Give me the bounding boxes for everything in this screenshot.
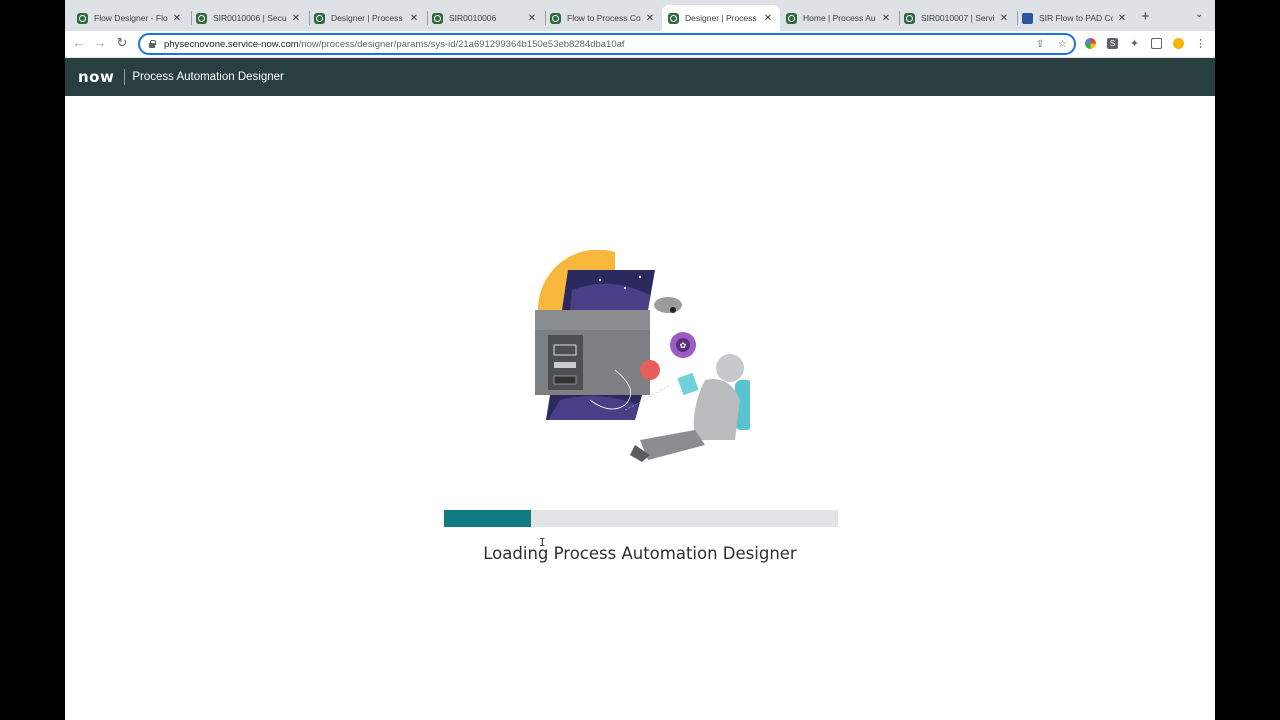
tab-title: Designer | Process: [331, 13, 403, 23]
tab-title: Flow Designer - Flo: [94, 13, 168, 23]
servicenow-favicon-icon: [550, 12, 561, 24]
servicenow-logo[interactable]: now: [78, 68, 114, 86]
back-arrow-icon[interactable]: ←: [71, 35, 87, 50]
browser-tab-active[interactable]: Designer | Process ✕: [662, 5, 780, 31]
tab-title: SIR0010006: [449, 13, 497, 23]
close-tab-icon[interactable]: ✕: [172, 13, 182, 24]
browser-tab[interactable]: Designer | Process ✕: [308, 5, 426, 31]
word-favicon-icon: [1022, 12, 1033, 24]
tab-title: Flow to Process Co: [567, 13, 641, 23]
tab-title: Designer | Process: [685, 13, 757, 23]
text-cursor-icon: I: [539, 536, 546, 549]
share-icon[interactable]: ⇪: [1036, 39, 1044, 50]
servicenow-favicon-icon: [432, 12, 443, 24]
bookmark-star-icon[interactable]: ☆: [1058, 39, 1067, 50]
url-path: /now/process/designer/params/sys-id/21a6…: [298, 38, 625, 50]
servicenow-favicon-icon: [77, 12, 88, 24]
browser-tab[interactable]: SIR0010006 | Secu ✕: [190, 5, 308, 31]
browser-menu-icon[interactable]: ⋮: [1195, 38, 1206, 50]
close-tab-icon[interactable]: ✕: [291, 13, 301, 24]
browser-window: Flow Designer - Flo ✕ SIR0010006 | Secu …: [65, 0, 1215, 720]
side-panel-icon[interactable]: [1151, 38, 1162, 49]
lock-icon[interactable]: [148, 40, 156, 48]
tab-title: Home | Process Au: [803, 13, 876, 23]
close-tab-icon[interactable]: ✕: [999, 13, 1009, 24]
close-tab-icon[interactable]: ✕: [645, 13, 655, 24]
loading-progress-bar: [444, 510, 838, 527]
profile-avatar-icon[interactable]: [1173, 38, 1184, 49]
address-bar[interactable]: physecnovone.service-now.com/now/process…: [138, 33, 1076, 55]
browser-tab[interactable]: Home | Process Au ✕: [780, 5, 898, 31]
new-tab-button[interactable]: +: [1141, 8, 1150, 25]
tab-strip: Flow Designer - Flo ✕ SIR0010006 | Secu …: [65, 0, 1215, 31]
close-tab-icon[interactable]: ✕: [1117, 13, 1127, 24]
extensions-puzzle-icon[interactable]: ✦: [1129, 38, 1140, 50]
close-tab-icon[interactable]: ✕: [881, 13, 891, 24]
svg-text:✿: ✿: [680, 341, 687, 350]
reload-icon[interactable]: ↻: [114, 35, 130, 51]
close-tab-icon[interactable]: ✕: [527, 13, 537, 24]
browser-toolbar: ← → ↻ physecnovone.service-now.com/now/p…: [65, 31, 1215, 58]
browser-tab[interactable]: SIR0010006 ✕: [426, 5, 544, 31]
forward-arrow-icon[interactable]: →: [92, 35, 108, 50]
app-header: now Process Automation Designer: [65, 58, 1215, 96]
tab-title: SIR Flow to PAD Co: [1039, 13, 1113, 23]
servicenow-favicon-icon: [196, 12, 207, 24]
browser-tab[interactable]: Flow Designer - Flo ✕: [71, 5, 189, 31]
tab-title: SIR0010007 | Servi: [921, 13, 995, 23]
servicenow-favicon-icon: [904, 12, 915, 24]
s-extension-icon[interactable]: S: [1107, 38, 1118, 49]
browser-tab[interactable]: Flow to Process Co ✕: [544, 5, 662, 31]
color-extension-icon[interactable]: [1085, 38, 1096, 49]
browser-tab[interactable]: SIR Flow to PAD Co ✕: [1016, 5, 1134, 31]
header-divider: [124, 69, 126, 85]
tab-title: SIR0010006 | Secu: [213, 13, 287, 23]
url-host: physecnovone.service-now.com: [164, 38, 299, 50]
servicenow-favicon-icon: [668, 12, 679, 24]
close-tab-icon[interactable]: ✕: [763, 13, 773, 24]
progress-fill: [444, 510, 531, 527]
close-tab-icon[interactable]: ✕: [409, 13, 419, 24]
astronaut-loading-illustration: ✿: [535, 250, 750, 462]
app-title: Process Automation Designer: [132, 71, 284, 83]
browser-tab[interactable]: SIR0010007 | Servi ✕: [898, 5, 1016, 31]
loading-message: Loading Process Automation Designer: [483, 544, 797, 563]
tab-search-chevron-icon[interactable]: ⌄: [1195, 9, 1203, 20]
servicenow-favicon-icon: [786, 12, 797, 24]
servicenow-favicon-icon: [314, 12, 325, 24]
